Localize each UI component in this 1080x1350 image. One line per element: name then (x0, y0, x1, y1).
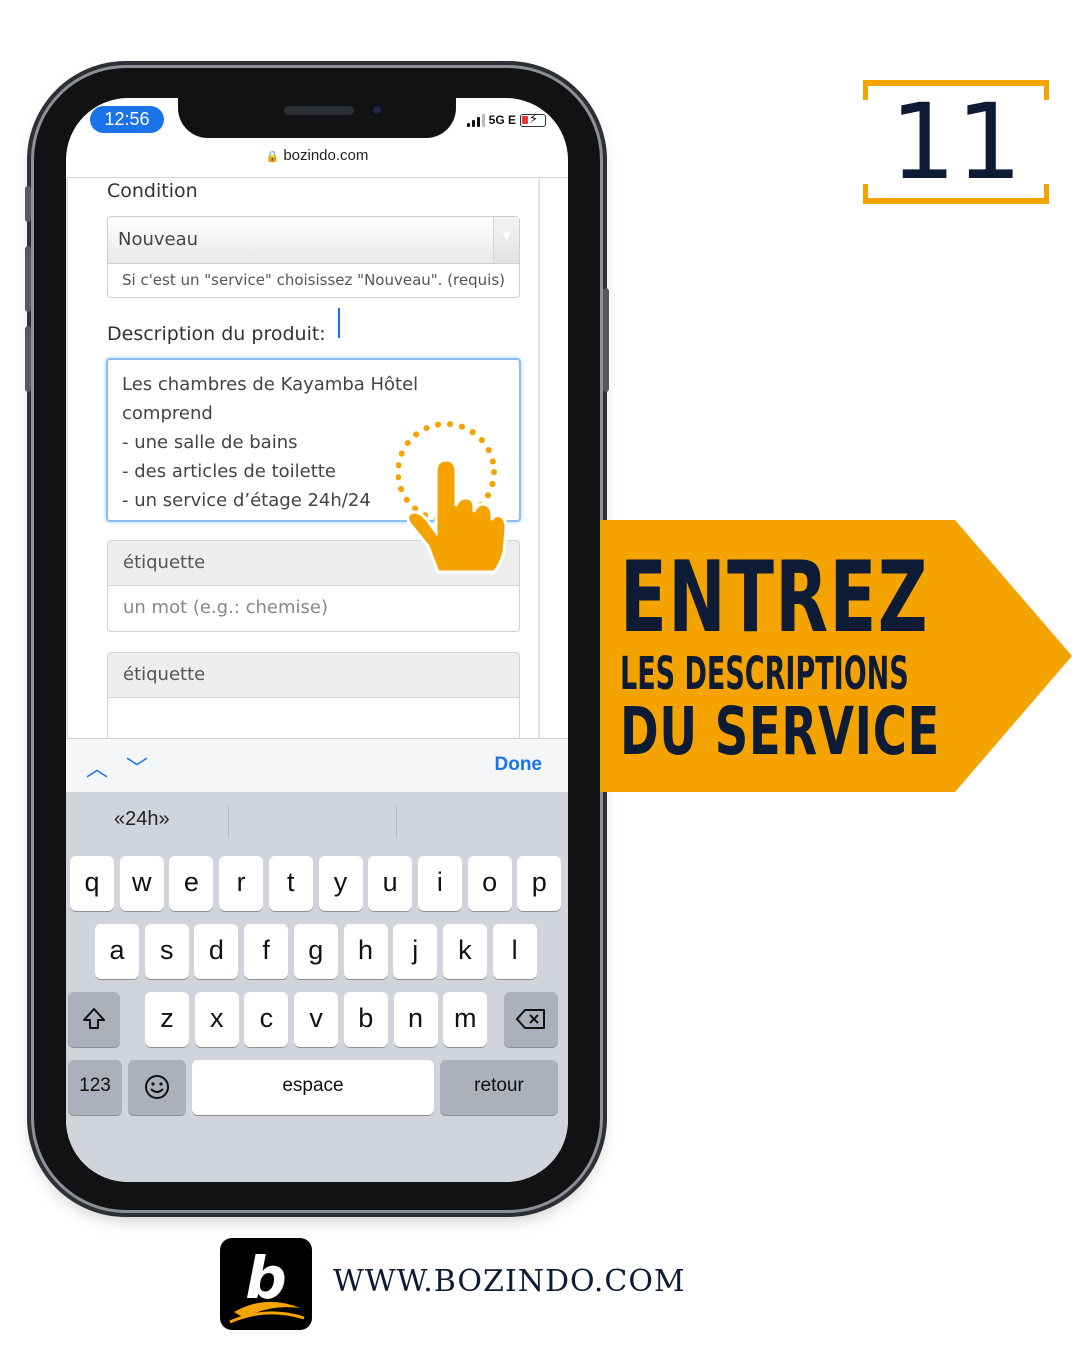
step-number: 11 (889, 81, 1023, 203)
backspace-icon (516, 1009, 545, 1029)
status-time: 12:56 (90, 106, 164, 133)
key-k[interactable]: k (442, 924, 487, 979)
tag-input-1[interactable]: un mot (e.g.: chemise) (107, 586, 520, 632)
key-z[interactable]: z (145, 992, 189, 1047)
network-label: 5G E (488, 113, 516, 127)
key-w[interactable]: w (119, 856, 164, 911)
suggestion-bar: «24h» (66, 792, 568, 852)
keyboard-toolbar: ︿ ﹀ Done (66, 738, 568, 792)
key-s[interactable]: s (144, 924, 189, 979)
key-h[interactable]: h (343, 924, 388, 979)
key-m[interactable]: m (443, 992, 488, 1047)
front-camera (370, 103, 384, 117)
shift-key[interactable] (68, 992, 120, 1047)
page-edge-left (66, 178, 68, 738)
key-u[interactable]: u (368, 856, 413, 911)
key-i[interactable]: i (417, 856, 462, 911)
banner-line-1: ENTREZ (620, 541, 929, 655)
volume-down-button (25, 326, 31, 392)
banner-line-2: LES DESCRIPTIONS (620, 647, 909, 700)
key-c[interactable]: c (244, 992, 289, 1047)
chevron-down-icon: ▼ (493, 217, 519, 263)
key-e[interactable]: e (169, 856, 214, 911)
emoji-key[interactable] (128, 1060, 186, 1115)
url-text: bozindo.com (283, 147, 369, 164)
power-button (603, 288, 609, 392)
condition-select[interactable]: Nouveau ▼ (107, 216, 520, 264)
key-j[interactable]: j (393, 924, 438, 979)
signal-icon (466, 113, 485, 127)
suggestion-item[interactable]: «24h» (114, 808, 170, 831)
mute-switch (25, 186, 31, 222)
key-a[interactable]: a (95, 924, 139, 979)
step-number-box: 11 (863, 80, 1049, 204)
keyboard: «24h» qwertyuiop asdfghjkl zxcvbnm 123 esp… (66, 792, 568, 1182)
condition-value: Nouveau (118, 229, 199, 250)
text-cursor (338, 308, 340, 338)
notch (178, 98, 456, 138)
key-y[interactable]: y (318, 856, 363, 911)
tag-input-2[interactable] (107, 698, 520, 738)
key-g[interactable]: g (293, 924, 338, 979)
volume-up-button (25, 246, 31, 312)
shift-icon (83, 1008, 105, 1029)
space-key[interactable]: espace (192, 1060, 434, 1115)
website-url[interactable]: WWW.BOZINDO.COM (333, 1264, 686, 1299)
status-indicators: 5G E ⚡ (466, 111, 546, 129)
speaker (284, 106, 354, 115)
key-r[interactable]: r (219, 856, 264, 911)
phone-screen: 12:56 5G E ⚡ 🔒 bozindo.com Condition Nouv (66, 98, 568, 1182)
key-d[interactable]: d (194, 924, 239, 979)
bozindo-logo: b (220, 1238, 312, 1330)
phone-mockup: 12:56 5G E ⚡ 🔒 bozindo.com Condition Nouv (25, 68, 609, 1210)
key-f[interactable]: f (244, 924, 289, 979)
key-l[interactable]: l (492, 924, 537, 979)
key-x[interactable]: x (194, 992, 239, 1047)
key-p[interactable]: p (517, 856, 562, 911)
condition-help-text: Si c'est un "service" choisissez "Nouvea… (107, 264, 520, 298)
return-key[interactable]: retour (440, 1060, 558, 1115)
lock-icon: 🔒 (265, 151, 280, 163)
key-t[interactable]: t (268, 856, 313, 911)
page-edge-right (538, 178, 540, 738)
chevron-up-icon[interactable]: ︿ (86, 751, 108, 783)
banner-line-3: DU SERVICE (620, 693, 941, 770)
key-b[interactable]: b (343, 992, 388, 1047)
key-q[interactable]: q (70, 856, 114, 911)
key-o[interactable]: o (467, 856, 512, 911)
done-button[interactable]: Done (495, 754, 543, 776)
tap-hand-icon (396, 421, 508, 574)
description-label: Description du produit: (107, 323, 326, 345)
emoji-icon (145, 1075, 169, 1099)
battery-icon: ⚡ (520, 112, 546, 127)
chevron-down-icon[interactable]: ﹀ (126, 751, 148, 783)
backspace-key[interactable] (504, 992, 558, 1047)
numbers-key[interactable]: 123 (68, 1060, 122, 1115)
tag-label-2: étiquette (107, 652, 520, 698)
key-v[interactable]: v (294, 992, 339, 1047)
condition-label: Condition (107, 180, 198, 202)
key-n[interactable]: n (393, 992, 438, 1047)
address-bar[interactable]: 🔒 bozindo.com (66, 146, 568, 176)
